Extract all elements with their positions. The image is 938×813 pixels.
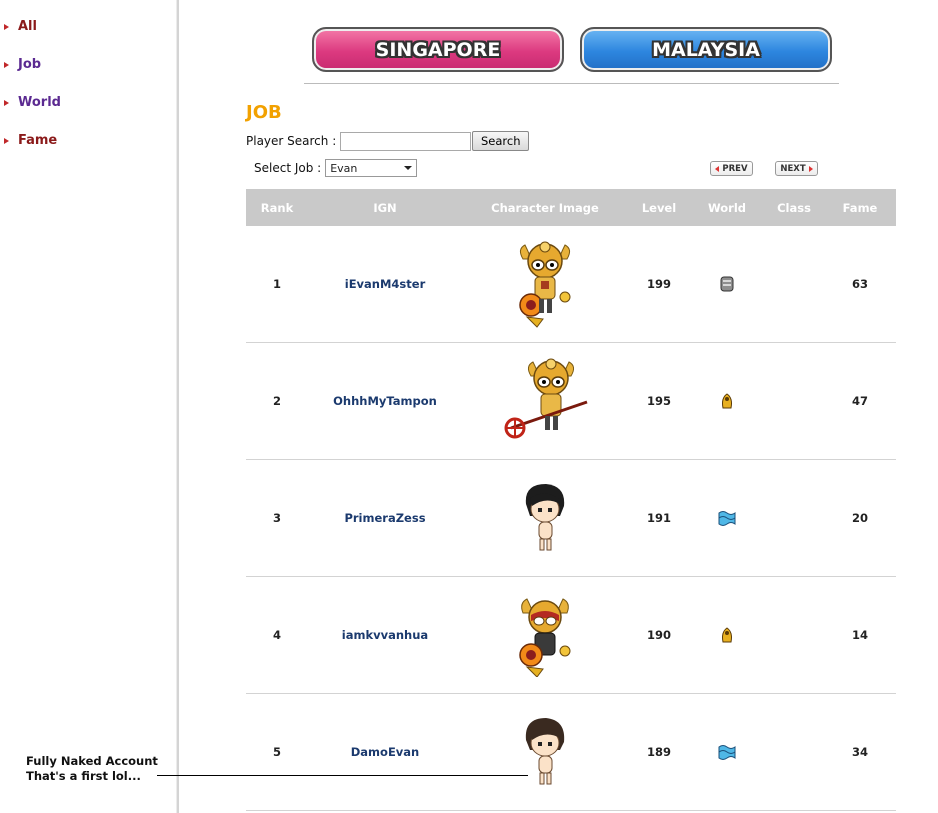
sidebar-item-label: World — [18, 95, 61, 110]
character-image — [462, 702, 628, 802]
left-arrow-icon — [715, 165, 720, 172]
search-button[interactable]: Search — [472, 131, 530, 151]
header-ign: IGN — [373, 200, 397, 215]
next-label: NEXT — [780, 163, 806, 174]
table-header: Rank IGN Character Image Level World Cla… — [246, 189, 896, 226]
main-content: SINGAPORE MALAYSIA JOB Player Search : S… — [179, 0, 938, 813]
world-icon-stone — [720, 276, 734, 292]
sidebar-item-label: Fame — [18, 133, 58, 148]
ign-link[interactable]: OhhhMyTampon — [308, 394, 462, 408]
world-cell — [690, 743, 764, 761]
fame-cell: 47 — [851, 394, 868, 408]
annotation-line-2: That's a first lol... — [26, 769, 141, 783]
character-image — [462, 351, 628, 451]
rank-cell: 5 — [272, 745, 281, 759]
singapore-region-button[interactable]: SINGAPORE — [312, 27, 564, 72]
evan-spear-character-icon — [504, 358, 588, 439]
level-cell: 189 — [646, 745, 671, 759]
sidebar-item-world[interactable]: World — [0, 95, 61, 110]
job-select-label: Select Job : — [254, 161, 322, 175]
world-icon-wave — [718, 745, 736, 760]
table-row: 3 PrimeraZess 191 20 — [246, 460, 896, 577]
level-cell: 195 — [646, 394, 671, 408]
player-search-row: Player Search : Search — [246, 131, 530, 151]
rank-cell: 1 — [272, 277, 281, 291]
sidebar-item-label: Job — [18, 57, 42, 72]
fame-cell: 63 — [851, 277, 868, 291]
bullet-arrow-icon — [4, 99, 9, 106]
world-cell — [690, 509, 764, 527]
table-row: 4 iamkvvanhua 190 14 — [246, 577, 896, 694]
page-title: JOB — [246, 102, 282, 123]
region-button-label: SINGAPORE — [375, 38, 501, 61]
world-cell — [690, 275, 764, 293]
world-icon-wave — [718, 511, 736, 526]
rank-cell: 3 — [272, 511, 281, 525]
player-search-label: Player Search : — [246, 134, 337, 148]
ign-link[interactable]: iamkvvanhua — [308, 628, 462, 642]
character-image — [462, 468, 628, 568]
region-button-label: MALAYSIA — [652, 38, 760, 61]
header-character-image: Character Image — [491, 200, 599, 215]
annotation-pointer-line — [157, 775, 528, 776]
level-cell: 199 — [646, 277, 671, 291]
character-image — [462, 585, 628, 685]
world-icon-gold — [722, 393, 732, 409]
sidebar-item-all[interactable]: All — [0, 19, 37, 34]
annotation-note: Fully Naked Account That's a first lol..… — [26, 754, 158, 784]
header-fame: Fame — [842, 200, 878, 215]
header-world: World — [707, 200, 747, 215]
prev-label: PREV — [722, 163, 748, 174]
fame-cell: 34 — [851, 745, 868, 759]
rank-cell: 2 — [272, 394, 281, 408]
bullet-arrow-icon — [4, 61, 9, 68]
region-divider — [304, 83, 839, 84]
job-select-dropdown[interactable]: Evan — [325, 159, 418, 177]
ranking-table: Rank IGN Character Image Level World Cla… — [246, 189, 896, 811]
table-row: 1 iEvanM4ster 199 63 — [246, 226, 896, 343]
ign-link[interactable]: iEvanM4ster — [308, 277, 462, 291]
naked-character-icon — [525, 718, 565, 785]
world-cell — [690, 626, 764, 644]
job-select-row: Select Job : Evan — [254, 159, 418, 177]
evan-armored-character-icon — [519, 241, 571, 328]
ign-link[interactable]: PrimeraZess — [308, 511, 462, 525]
fame-cell: 14 — [851, 628, 868, 642]
header-level: Level — [641, 200, 677, 215]
dropdown-arrow-icon — [404, 166, 413, 170]
ign-link[interactable]: DamoEvan — [308, 745, 462, 759]
bullet-arrow-icon — [4, 137, 9, 144]
evan-dark-armored-character-icon — [519, 598, 571, 677]
malaysia-region-button[interactable]: MALAYSIA — [580, 27, 832, 72]
player-search-input[interactable] — [340, 131, 472, 151]
level-cell: 191 — [646, 511, 671, 525]
naked-character-icon — [525, 484, 565, 551]
sidebar: All Job World Fame — [0, 0, 176, 813]
table-row: 5 DamoEvan 189 34 — [246, 694, 896, 811]
sidebar-item-job[interactable]: Job — [0, 57, 41, 72]
next-page-button[interactable]: NEXT — [775, 161, 818, 176]
prev-page-button[interactable]: PREV — [710, 161, 753, 176]
header-rank: Rank — [260, 200, 294, 215]
level-cell: 190 — [646, 628, 671, 642]
world-icon-gold — [722, 627, 732, 643]
table-row: 2 OhhhMyTampon 195 47 — [246, 343, 896, 460]
rank-cell: 4 — [272, 628, 281, 642]
annotation-line-1: Fully Naked Account — [26, 754, 158, 768]
sidebar-item-label: All — [18, 19, 37, 34]
world-cell — [690, 392, 764, 410]
sidebar-item-fame[interactable]: Fame — [0, 133, 57, 148]
character-image — [462, 234, 628, 334]
bullet-arrow-icon — [4, 23, 9, 30]
header-class: Class — [777, 200, 811, 215]
job-select-value: Evan — [330, 161, 358, 175]
right-arrow-icon — [808, 165, 813, 172]
fame-cell: 20 — [851, 511, 868, 525]
